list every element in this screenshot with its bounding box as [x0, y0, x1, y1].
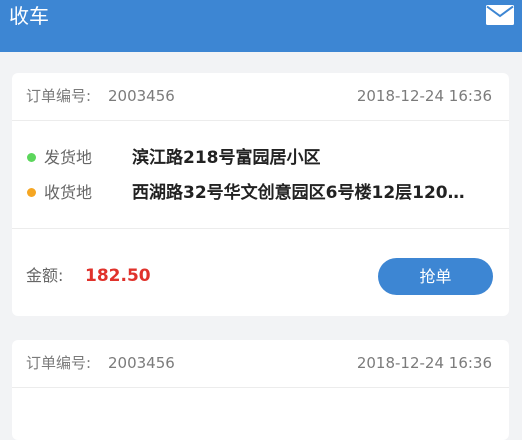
destination-address: 西湖路32号华文创意园区6号楼12层120… — [132, 183, 465, 203]
order-time: 2018-12-24 16:36 — [356, 354, 492, 372]
order-number-label: 订单编号: — [26, 87, 92, 105]
destination-label: 收货地 — [44, 183, 93, 202]
amount-value: 182.50 — [85, 266, 151, 286]
order-time: 2018-12-24 16:36 — [356, 87, 492, 105]
order-number: 2003456 — [108, 354, 175, 372]
order-number-label: 订单编号: — [26, 354, 92, 372]
amount-label: 金额: — [26, 266, 64, 285]
shipping-destination-row: 收货地 西湖路32号华文创意园区6号楼12层120… — [12, 180, 509, 206]
order-card-header: 订单编号: 2003456 2018-12-24 16:36 — [12, 340, 509, 388]
origin-label: 发货地 — [44, 148, 93, 167]
origin-dot-icon — [27, 153, 36, 162]
mail-icon[interactable] — [486, 5, 514, 25]
order-number: 2003456 — [108, 87, 175, 105]
app-header: 收车 — [0, 0, 522, 52]
order-card[interactable]: 订单编号: 2003456 2018-12-24 16:36 发货地 滨江路21… — [12, 73, 509, 316]
page-title: 收车 — [9, 4, 49, 28]
divider — [12, 228, 509, 229]
destination-dot-icon — [27, 188, 36, 197]
origin-address: 滨江路218号富园居小区 — [132, 148, 321, 168]
shipping-origin-row: 发货地 滨江路218号富园居小区 — [12, 145, 509, 171]
order-card[interactable]: 订单编号: 2003456 2018-12-24 16:36 — [12, 340, 509, 440]
order-card-header: 订单编号: 2003456 2018-12-24 16:36 — [12, 73, 509, 121]
grab-order-button[interactable]: 抢单 — [378, 258, 493, 295]
